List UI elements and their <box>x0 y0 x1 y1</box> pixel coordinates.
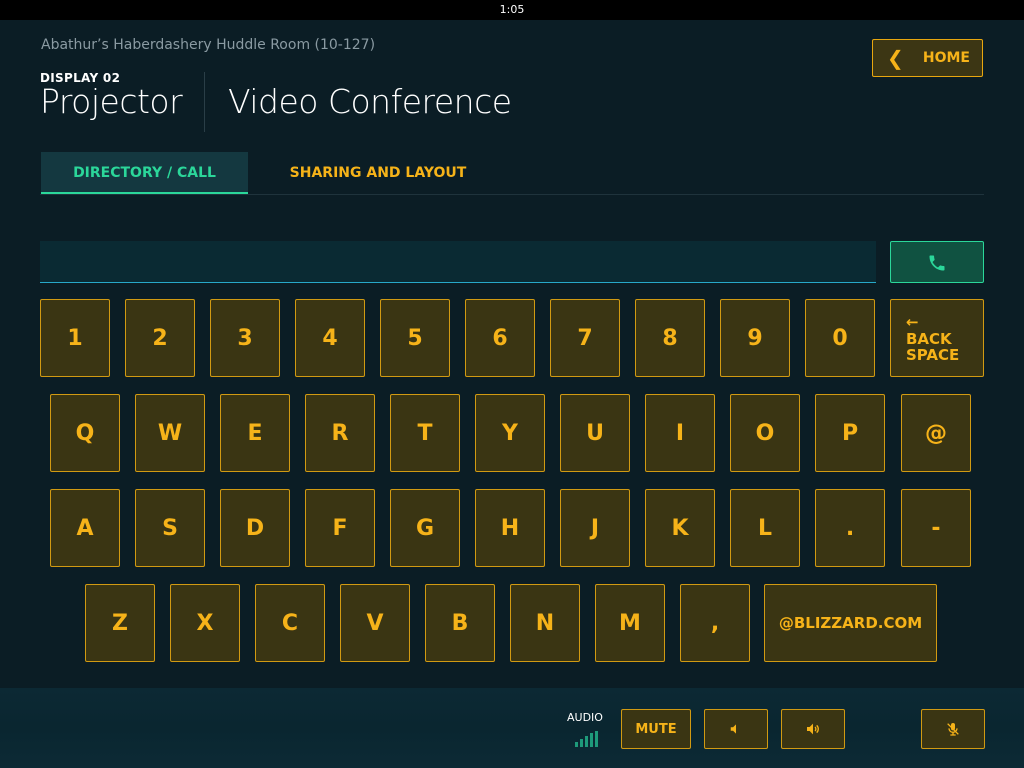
volume-down-button[interactable] <box>704 709 768 749</box>
audio-label: AUDIO <box>567 711 603 724</box>
key-7[interactable]: 7 <box>550 299 620 377</box>
mic-mute-icon <box>947 723 959 736</box>
key-g[interactable]: G <box>390 489 460 567</box>
key-i[interactable]: I <box>645 394 715 472</box>
key-h[interactable]: H <box>475 489 545 567</box>
key-3[interactable]: 3 <box>210 299 280 377</box>
domain-key[interactable]: @BLIZZARD.COM <box>764 584 937 662</box>
key-8[interactable]: 8 <box>635 299 705 377</box>
key-b[interactable]: B <box>425 584 495 662</box>
key-c[interactable]: C <box>255 584 325 662</box>
key-y[interactable]: Y <box>475 394 545 472</box>
key-r[interactable]: R <box>305 394 375 472</box>
footer-bar <box>0 688 1024 768</box>
key-w[interactable]: W <box>135 394 205 472</box>
back-arrow-icon: ← <box>906 312 919 331</box>
backspace-key[interactable]: ← BACK SPACE <box>890 299 984 377</box>
volume-down-icon <box>730 724 736 734</box>
key-hyphen[interactable]: - <box>901 489 971 567</box>
tab-sharing-layout[interactable]: SHARING AND LAYOUT <box>260 152 496 194</box>
mute-button[interactable]: MUTE <box>621 709 691 749</box>
key-period[interactable]: . <box>815 489 885 567</box>
key-0[interactable]: 0 <box>805 299 875 377</box>
status-bar: 1:05 <box>0 0 1024 20</box>
backspace-label-line2: SPACE <box>906 345 960 364</box>
key-d[interactable]: D <box>220 489 290 567</box>
volume-bar <box>590 733 593 747</box>
key-9[interactable]: 9 <box>720 299 790 377</box>
key-t[interactable]: T <box>390 394 460 472</box>
dial-input[interactable] <box>40 241 876 283</box>
key-4[interactable]: 4 <box>295 299 365 377</box>
key-j[interactable]: J <box>560 489 630 567</box>
key-l[interactable]: L <box>730 489 800 567</box>
key-x[interactable]: X <box>170 584 240 662</box>
phone-icon <box>929 255 945 271</box>
title-divider <box>204 72 205 132</box>
key-6[interactable]: 6 <box>465 299 535 377</box>
tab-directory-call[interactable]: DIRECTORY / CALL <box>41 152 248 194</box>
volume-up-icon <box>807 723 819 735</box>
key-f[interactable]: F <box>305 489 375 567</box>
key-e[interactable]: E <box>220 394 290 472</box>
key-a[interactable]: A <box>50 489 120 567</box>
key-comma[interactable]: , <box>680 584 750 662</box>
call-button[interactable] <box>890 241 984 283</box>
clock: 1:05 <box>499 3 525 16</box>
volume-bar <box>585 736 588 747</box>
key-q[interactable]: Q <box>50 394 120 472</box>
key-k[interactable]: K <box>645 489 715 567</box>
key-s[interactable]: S <box>135 489 205 567</box>
home-button-label: HOME <box>922 50 970 66</box>
key-u[interactable]: U <box>560 394 630 472</box>
key-z[interactable]: Z <box>85 584 155 662</box>
volume-bar <box>595 731 598 747</box>
backspace-label-line1: BACK <box>906 329 952 348</box>
page-title: Video Conference <box>228 82 512 121</box>
key-5[interactable]: 5 <box>380 299 450 377</box>
key-at[interactable]: @ <box>901 394 971 472</box>
home-button[interactable]: ❮ HOME <box>872 39 983 77</box>
key-1[interactable]: 1 <box>40 299 110 377</box>
source-title: Projector <box>40 82 183 121</box>
volume-bar <box>575 742 578 747</box>
mic-mute-button[interactable] <box>921 709 985 749</box>
volume-level-indicator <box>575 731 603 747</box>
key-o[interactable]: O <box>730 394 800 472</box>
key-m[interactable]: M <box>595 584 665 662</box>
key-p[interactable]: P <box>815 394 885 472</box>
room-name: Abathur’s Haberdashery Huddle Room (10-1… <box>41 37 376 53</box>
volume-bar <box>580 739 583 747</box>
chevron-left-icon: ❮ <box>887 46 904 70</box>
key-n[interactable]: N <box>510 584 580 662</box>
tabs-divider <box>40 194 984 195</box>
volume-up-button[interactable] <box>781 709 845 749</box>
key-2[interactable]: 2 <box>125 299 195 377</box>
key-v[interactable]: V <box>340 584 410 662</box>
